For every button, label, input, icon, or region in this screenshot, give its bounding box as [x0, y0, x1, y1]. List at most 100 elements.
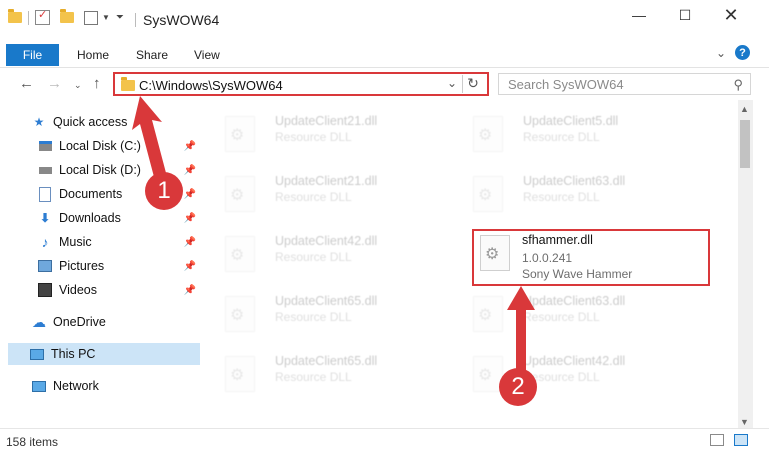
file-item[interactable]: UpdateClient42.dll Resource DLL: [205, 228, 425, 280]
refresh-icon[interactable]: ↻: [462, 75, 483, 93]
file-item[interactable]: UpdateClient65.dll Resource DLL: [205, 348, 425, 400]
step-badge-2: 2: [499, 368, 537, 406]
dll-file-icon: [225, 356, 255, 392]
file-name: sfhammer.dll: [522, 233, 593, 247]
nav-onedrive[interactable]: ☁ OneDrive: [32, 311, 232, 333]
file-item[interactable]: UpdateClient21.dll Resource DLL: [205, 108, 425, 160]
pin-icon[interactable]: 📌: [184, 261, 196, 272]
file-name: UpdateClient65.dll: [275, 294, 378, 308]
forward-arrow-icon[interactable]: →: [47, 75, 62, 92]
item-count: 158 items: [6, 435, 59, 449]
recent-locations-icon[interactable]: ⌄: [74, 80, 82, 91]
nav-label: Network: [53, 379, 99, 393]
file-type: Resource DLL: [523, 130, 600, 144]
file-item[interactable]: UpdateClient42.dll Resource DLL: [453, 348, 673, 400]
nav-label: Local Disk (D:): [59, 163, 141, 177]
file-item[interactable]: UpdateClient5.dll Resource DLL: [453, 108, 673, 160]
details-view-icon[interactable]: [710, 434, 724, 446]
tab-file[interactable]: File: [6, 44, 59, 66]
address-bar[interactable]: C:\Windows\SysWOW64 ⌄ ↻: [113, 72, 489, 96]
file-description: Sony Wave Hammer: [522, 267, 633, 281]
file-item[interactable]: UpdateClient21.dll Resource DLL: [205, 168, 425, 220]
nav-label: Documents: [59, 187, 123, 201]
view-options-icon[interactable]: [84, 10, 98, 25]
videos-icon: [38, 283, 52, 297]
highlighted-file-item[interactable]: sfhammer.dll 1.0.0.241 Sony Wave Hammer: [472, 229, 710, 286]
chevron-down-icon[interactable]: ▼: [102, 13, 110, 22]
quick-access-toolbar: ✓ ▼ ⏷: [8, 9, 124, 25]
pin-icon[interactable]: 📌: [184, 285, 196, 296]
scroll-down-icon[interactable]: ▼: [740, 417, 749, 427]
close-button[interactable]: ✕: [708, 0, 754, 30]
dll-file-icon: [473, 116, 503, 152]
tab-home[interactable]: Home: [77, 48, 109, 62]
up-arrow-icon[interactable]: ↑: [93, 75, 101, 92]
properties-icon[interactable]: ✓: [35, 9, 50, 25]
expand-ribbon-icon[interactable]: ⌄: [716, 46, 726, 60]
file-item[interactable]: UpdateClient63.dll Resource DLL: [453, 288, 673, 340]
file-type: Resource DLL: [275, 250, 352, 264]
nav-label: Local Disk (C:): [59, 139, 141, 153]
file-name: UpdateClient63.dll: [523, 174, 626, 188]
new-folder-icon[interactable]: [60, 9, 74, 23]
nav-label: Downloads: [59, 211, 121, 225]
nav-label: Music: [59, 235, 92, 249]
dll-file-icon: [225, 176, 255, 212]
minimize-button[interactable]: —: [616, 0, 662, 30]
nav-pictures[interactable]: Pictures 📌: [38, 255, 200, 277]
help-icon[interactable]: ?: [735, 45, 750, 60]
file-item[interactable]: UpdateClient63.dll Resource DLL: [453, 168, 673, 220]
nav-music[interactable]: ♪ Music 📌: [38, 231, 200, 253]
nav-network[interactable]: Network: [32, 375, 232, 397]
maximize-button[interactable]: ☐: [662, 0, 708, 30]
file-name: UpdateClient63.dll: [523, 294, 626, 308]
nav-this-pc[interactable]: This PC: [8, 343, 200, 365]
file-type: Resource DLL: [275, 190, 352, 204]
scroll-up-icon[interactable]: ▲: [740, 104, 749, 114]
dll-file-icon: [225, 116, 255, 152]
tab-share[interactable]: Share: [136, 48, 168, 62]
file-type: Resource DLL: [275, 370, 352, 384]
file-item[interactable]: UpdateClient65.dll Resource DLL: [205, 288, 425, 340]
scrollbar-thumb[interactable]: [740, 120, 750, 168]
file-name: UpdateClient21.dll: [275, 174, 378, 188]
large-icons-view-icon[interactable]: [734, 434, 748, 446]
separator: [28, 10, 29, 25]
search-placeholder: Search SysWOW64: [508, 77, 624, 92]
back-arrow-icon[interactable]: ←: [19, 75, 34, 92]
dll-file-icon: [225, 296, 255, 332]
pin-icon[interactable]: 📌: [184, 213, 196, 224]
search-icon[interactable]: ⚲: [733, 77, 743, 93]
folder-icon[interactable]: [8, 9, 22, 23]
window-title: SysWOW64: [143, 12, 220, 28]
download-icon: ⬇: [39, 211, 51, 225]
nav-label: Pictures: [59, 259, 105, 273]
nav-videos[interactable]: Videos 📌: [38, 279, 200, 301]
dll-file-icon: [473, 296, 503, 332]
separator: [135, 13, 136, 27]
music-icon: ♪: [41, 234, 49, 250]
file-name: UpdateClient65.dll: [275, 354, 378, 368]
chevron-down-icon[interactable]: ⌄: [447, 76, 457, 90]
pin-icon[interactable]: 📌: [184, 141, 196, 152]
star-icon: ★: [33, 115, 45, 129]
address-path[interactable]: C:\Windows\SysWOW64: [139, 78, 283, 93]
step-badge-1: 1: [145, 172, 183, 210]
ribbon-bar: [0, 40, 769, 68]
documents-icon: [38, 186, 52, 202]
computer-icon: [30, 347, 44, 361]
nav-label: OneDrive: [53, 315, 106, 329]
file-name: UpdateClient42.dll: [523, 354, 626, 368]
pin-icon[interactable]: 📌: [184, 189, 196, 200]
pin-icon[interactable]: 📌: [184, 165, 196, 176]
file-name: UpdateClient21.dll: [275, 114, 378, 128]
drive-icon: [38, 163, 52, 177]
file-version: 1.0.0.241: [522, 251, 573, 265]
file-name: UpdateClient42.dll: [275, 234, 378, 248]
search-input[interactable]: Search SysWOW64 ⚲: [498, 73, 751, 95]
dll-file-icon: [473, 176, 503, 212]
tab-view[interactable]: View: [194, 48, 220, 62]
file-name: UpdateClient5.dll: [523, 114, 619, 128]
pin-icon[interactable]: 📌: [184, 237, 196, 248]
customize-toolbar-icon[interactable]: ⏷: [116, 12, 124, 23]
